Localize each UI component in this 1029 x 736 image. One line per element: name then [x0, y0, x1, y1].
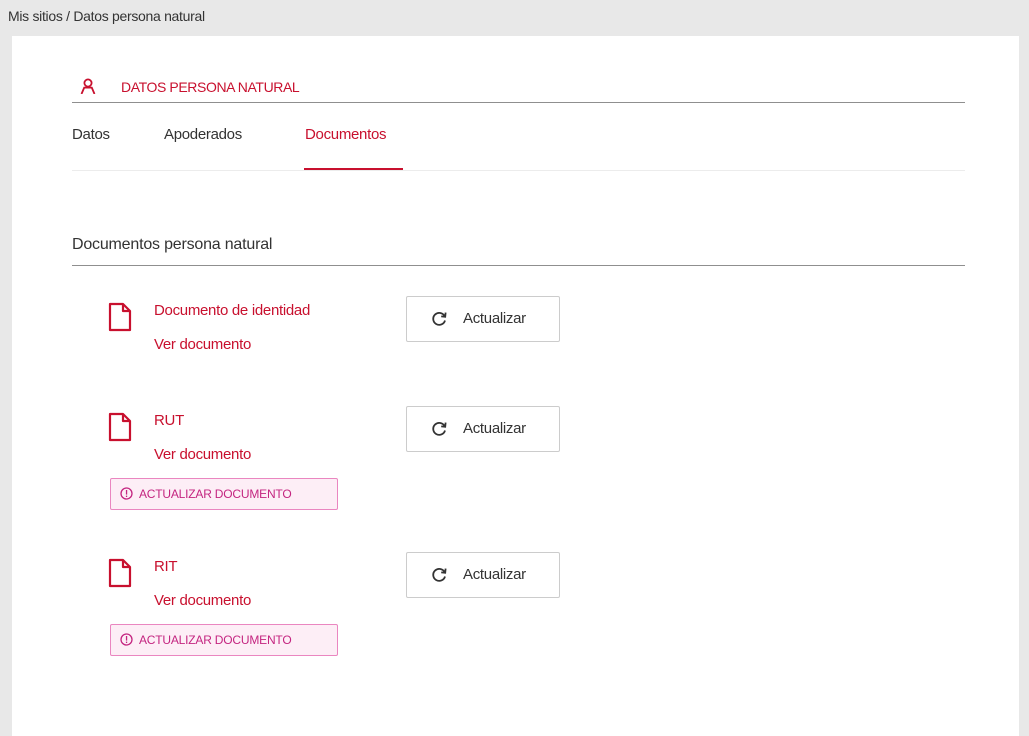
- active-tab-indicator: [304, 168, 403, 170]
- update-button[interactable]: Actualizar: [406, 552, 560, 598]
- section-title: Documentos persona natural: [72, 232, 965, 266]
- document-name: RUT: [154, 412, 184, 429]
- refresh-icon: [432, 568, 447, 582]
- update-button-label: Actualizar: [463, 310, 526, 327]
- info-icon: [120, 633, 133, 646]
- refresh-icon: [432, 422, 447, 436]
- content-card: DATOS PERSONA NATURAL Datos Apoderados D…: [12, 36, 1019, 736]
- document-name: RIT: [154, 558, 178, 575]
- update-warning-text: ACTUALIZAR DOCUMENTO: [139, 487, 292, 501]
- tab-documentos[interactable]: Documentos: [305, 126, 387, 143]
- refresh-icon: [432, 312, 447, 326]
- update-warning-text: ACTUALIZAR DOCUMENTO: [139, 633, 292, 647]
- update-warning-badge: ACTUALIZAR DOCUMENTO: [110, 624, 338, 656]
- view-document-link[interactable]: Ver documento: [154, 446, 251, 463]
- document-icon: [108, 302, 132, 332]
- update-button[interactable]: Actualizar: [406, 406, 560, 452]
- section-title-text: Documentos persona natural: [72, 236, 273, 253]
- section-header: DATOS PERSONA NATURAL: [72, 74, 965, 103]
- view-document-link[interactable]: Ver documento: [154, 336, 251, 353]
- view-document-link[interactable]: Ver documento: [154, 592, 251, 609]
- breadcrumb[interactable]: Mis sitios / Datos persona natural: [8, 8, 205, 24]
- user-icon: [80, 78, 96, 94]
- update-button-label: Actualizar: [463, 420, 526, 437]
- info-icon: [120, 487, 133, 500]
- update-warning-badge: ACTUALIZAR DOCUMENTO: [110, 478, 338, 510]
- update-button[interactable]: Actualizar: [406, 296, 560, 342]
- tab-datos[interactable]: Datos: [72, 126, 110, 143]
- document-icon: [108, 412, 132, 442]
- document-icon: [108, 558, 132, 588]
- document-name: Documento de identidad: [154, 302, 311, 319]
- page-title: DATOS PERSONA NATURAL: [121, 79, 300, 95]
- update-button-label: Actualizar: [463, 566, 526, 583]
- tab-apoderados[interactable]: Apoderados: [164, 126, 242, 143]
- tab-bar: Datos Apoderados Documentos: [72, 120, 965, 171]
